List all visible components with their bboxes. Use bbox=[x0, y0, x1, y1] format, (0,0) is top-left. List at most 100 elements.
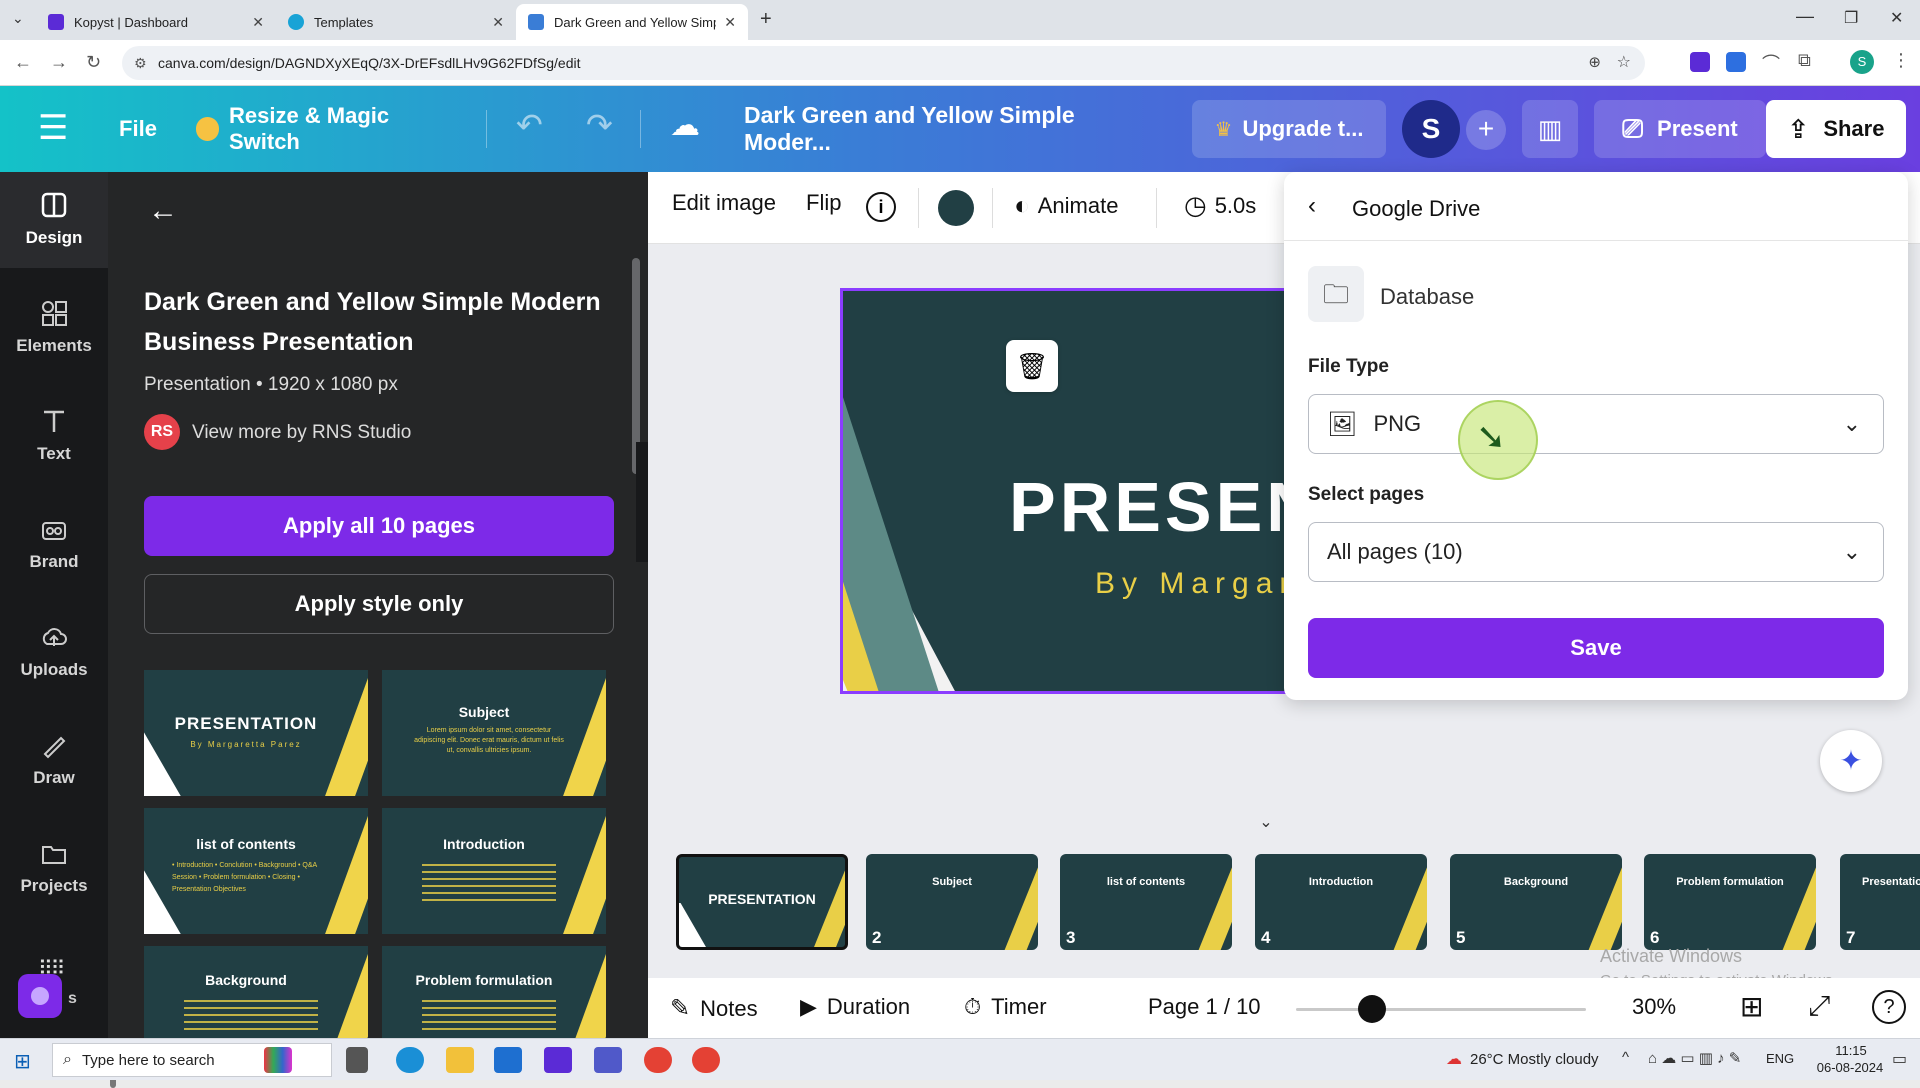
slide-title[interactable]: PRESEN bbox=[1009, 467, 1321, 547]
notifications-icon[interactable]: ▭ bbox=[1892, 1049, 1907, 1069]
page-thumb[interactable]: Background 5 bbox=[1450, 854, 1622, 950]
document-title[interactable]: Dark Green and Yellow Simple Moder... bbox=[744, 100, 1164, 158]
template-page-thumb[interactable]: Problem formulation bbox=[382, 946, 606, 1038]
tab-templates[interactable]: Templates ✕ bbox=[276, 4, 516, 40]
notes-button[interactable]: ✎ Notes bbox=[670, 994, 758, 1023]
file-menu-button[interactable]: File bbox=[112, 100, 164, 158]
delete-trash-icon[interactable]: 🗑 bbox=[1006, 340, 1058, 392]
template-page-thumb[interactable]: Background bbox=[144, 946, 368, 1038]
file-explorer-icon[interactable] bbox=[446, 1047, 474, 1073]
apps-grid-icon[interactable]: ⠿⠿ bbox=[38, 956, 65, 981]
color-swatch[interactable] bbox=[938, 190, 974, 226]
cloud-saved-icon[interactable]: ☁ bbox=[670, 108, 700, 143]
weather-text[interactable]: 26°C Mostly cloudy bbox=[1470, 1051, 1599, 1068]
info-icon[interactable]: i bbox=[866, 192, 896, 222]
grid-view-icon[interactable]: ⊞ bbox=[1740, 990, 1763, 1023]
folder-name[interactable]: Database bbox=[1380, 284, 1474, 310]
share-button[interactable]: ⇪ Share bbox=[1766, 100, 1906, 158]
search-highlight-icon[interactable] bbox=[264, 1047, 292, 1073]
back-icon[interactable]: ← bbox=[14, 52, 32, 73]
back-chevron-icon[interactable]: ‹ bbox=[1308, 192, 1316, 220]
clock-time[interactable]: 11:15 bbox=[1820, 1043, 1882, 1058]
hide-pages-chevron-icon[interactable]: ⌄ bbox=[1236, 812, 1296, 836]
tab-kopyst[interactable]: Kopyst | Dashboard ✕ bbox=[36, 4, 276, 40]
duration-button[interactable]: ◷ 5.0s bbox=[1184, 190, 1256, 221]
back-arrow-icon[interactable]: ← bbox=[148, 194, 178, 228]
zoom-slider-track[interactable] bbox=[1296, 995, 1586, 1023]
tray-chevron-icon[interactable]: ^ bbox=[1622, 1049, 1629, 1066]
rail-item-text[interactable]: Text bbox=[0, 388, 108, 484]
zoom-percent[interactable]: 30% bbox=[1632, 994, 1676, 1020]
page-thumb[interactable]: Introduction 4 bbox=[1255, 854, 1427, 950]
present-button[interactable]: ⎚ Present bbox=[1594, 100, 1766, 158]
task-view-icon[interactable] bbox=[346, 1047, 368, 1073]
select-pages-dropdown[interactable]: All pages (10) ⌄ bbox=[1308, 522, 1884, 582]
apply-all-pages-button[interactable]: Apply all 10 pages bbox=[144, 496, 614, 556]
bookmark-star-icon[interactable]: ☆ bbox=[1617, 46, 1631, 80]
edit-image-button[interactable]: Edit image bbox=[672, 190, 776, 216]
close-icon[interactable]: ✕ bbox=[492, 14, 504, 31]
extensions-puzzle-icon[interactable]: ⧉ bbox=[1798, 50, 1811, 71]
zoom-slider-handle[interactable] bbox=[1358, 995, 1386, 1023]
rail-item-uploads[interactable]: Uploads bbox=[0, 604, 108, 700]
chrome-icon[interactable] bbox=[644, 1047, 672, 1073]
apply-style-only-button[interactable]: Apply style only bbox=[144, 574, 614, 634]
new-tab-icon[interactable]: + bbox=[760, 8, 772, 31]
magic-assistant-sparkle-icon[interactable]: ✦ bbox=[1820, 730, 1882, 792]
kopyst-extension-icon[interactable] bbox=[1690, 52, 1710, 72]
duration-footer-button[interactable]: ▶ Duration bbox=[800, 994, 910, 1020]
page-thumb[interactable]: Subject 2 bbox=[866, 854, 1038, 950]
add-collaborator-icon[interactable]: + bbox=[1466, 110, 1506, 150]
mail-icon[interactable] bbox=[494, 1047, 522, 1073]
restore-icon[interactable]: ❐ bbox=[1844, 8, 1858, 28]
page-thumb[interactable]: Presentatio 7 bbox=[1840, 854, 1920, 950]
forward-icon[interactable]: → bbox=[50, 52, 68, 73]
tab-list-chevron-icon[interactable]: ⌄ bbox=[12, 10, 24, 27]
kopyst-app-icon[interactable] bbox=[544, 1047, 572, 1073]
page-thumb-selected[interactable]: PRESENTATION 1 bbox=[676, 854, 848, 950]
url-field[interactable]: ⚙ canva.com/design/DAGNDXyXEqQ/3X-DrEFsd… bbox=[122, 46, 1645, 80]
template-page-thumb[interactable]: PRESENTATION By Margaretta Parez bbox=[144, 670, 368, 796]
rail-item-draw[interactable]: Draw bbox=[0, 712, 108, 808]
close-icon[interactable]: ✕ bbox=[724, 14, 736, 31]
teams-icon[interactable] bbox=[594, 1047, 622, 1073]
fullscreen-expand-icon[interactable]: ⤢ bbox=[1808, 990, 1830, 1023]
slide-subtitle[interactable]: By Margar bbox=[1095, 567, 1296, 601]
minimize-icon[interactable]: — bbox=[1796, 6, 1814, 27]
upgrade-button[interactable]: ♛ Upgrade t... bbox=[1192, 100, 1386, 158]
hamburger-menu-icon[interactable]: ☰ bbox=[38, 108, 68, 148]
user-avatar[interactable]: S bbox=[1402, 100, 1460, 158]
rail-item-brand[interactable]: Brand bbox=[0, 496, 108, 592]
weather-icon[interactable]: ☁ bbox=[1446, 1049, 1462, 1069]
tray-icons[interactable]: ⌂ ☁ ▭ ▥ ♪ ✎ bbox=[1648, 1049, 1741, 1067]
close-icon[interactable]: ✕ bbox=[252, 14, 264, 31]
file-type-select[interactable]: 🖼 PNG ⌄ bbox=[1308, 394, 1884, 454]
save-button[interactable]: Save bbox=[1308, 618, 1884, 678]
page-thumb[interactable]: Problem formulation 6 bbox=[1644, 854, 1816, 950]
browser-menu-icon[interactable]: ⋮ bbox=[1892, 50, 1910, 71]
flip-button[interactable]: Flip bbox=[806, 190, 841, 216]
reload-icon[interactable]: ↻ bbox=[86, 52, 101, 73]
redo-icon[interactable]: ↷ bbox=[586, 106, 613, 144]
rail-item-elements[interactable]: Elements bbox=[0, 280, 108, 376]
page-indicator[interactable]: Page 1 / 10 bbox=[1148, 994, 1261, 1020]
extension-arc-icon[interactable]: ⌒ bbox=[1762, 50, 1780, 76]
windows-start-icon[interactable]: ⊞ bbox=[14, 1049, 31, 1074]
tab-active-design[interactable]: Dark Green and Yellow Simple Mod ✕ bbox=[516, 4, 748, 40]
site-info-icon[interactable]: ⚙ bbox=[134, 46, 147, 80]
template-page-thumb[interactable]: Subject Lorem ipsum dolor sit amet, cons… bbox=[382, 670, 606, 796]
animate-button[interactable]: ◐ Animate bbox=[1014, 190, 1118, 221]
template-page-thumb[interactable]: Introduction bbox=[382, 808, 606, 934]
author-link[interactable]: View more by RNS Studio bbox=[192, 422, 411, 444]
extension-icon[interactable] bbox=[1726, 52, 1746, 72]
timer-button[interactable]: ⏱ Timer bbox=[964, 994, 1047, 1020]
insights-button[interactable]: ▥ bbox=[1522, 100, 1578, 158]
page-thumb[interactable]: list of contents 3 bbox=[1060, 854, 1232, 950]
zoom-icon[interactable]: ⊕ bbox=[1588, 46, 1601, 80]
profile-avatar[interactable]: S bbox=[1850, 50, 1874, 74]
rail-item-projects[interactable]: Projects bbox=[0, 820, 108, 916]
rail-item-design[interactable]: Design bbox=[0, 172, 108, 268]
language-indicator[interactable]: ENG bbox=[1766, 1051, 1794, 1066]
chrome-profile-icon[interactable] bbox=[692, 1047, 720, 1073]
resize-magic-switch-button[interactable]: Resize & Magic Switch bbox=[196, 100, 456, 158]
